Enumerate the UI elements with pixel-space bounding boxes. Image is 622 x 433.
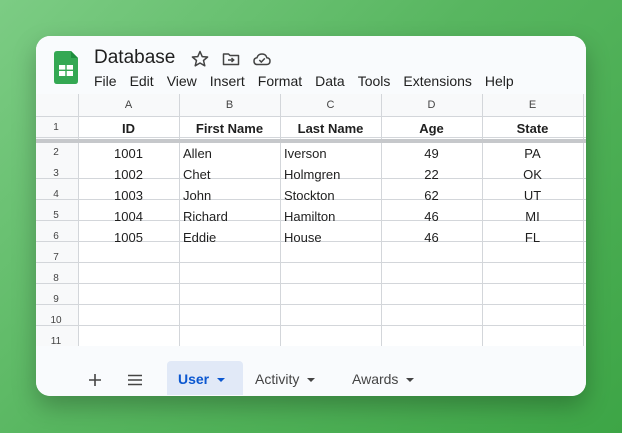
chevron-down-icon[interactable] bbox=[307, 378, 316, 383]
cell-header-id[interactable]: ID bbox=[78, 121, 179, 136]
row-number[interactable]: 5 bbox=[36, 210, 76, 221]
tab-label: Awards bbox=[352, 371, 399, 387]
cell-last-name[interactable]: Stockton bbox=[284, 188, 335, 203]
sheets-logo-icon[interactable] bbox=[54, 51, 78, 84]
sheet-grid[interactable]: A B C D E 1 2 3 4 5 6 7 8 9 10 11 ID Fir… bbox=[36, 94, 586, 347]
cell-age[interactable]: 46 bbox=[381, 230, 482, 245]
tab-activity[interactable]: Activity bbox=[255, 371, 316, 387]
column-header-b[interactable]: B bbox=[179, 99, 280, 111]
all-sheets-menu-icon[interactable] bbox=[127, 374, 143, 386]
row-number[interactable]: 4 bbox=[36, 189, 76, 200]
cell-state[interactable]: MI bbox=[482, 209, 583, 224]
cell-state[interactable]: FL bbox=[482, 230, 583, 245]
cell-id[interactable]: 1003 bbox=[78, 188, 179, 203]
column-header-a[interactable]: A bbox=[78, 99, 179, 111]
row-number[interactable]: 2 bbox=[36, 147, 76, 158]
menu-extensions[interactable]: Extensions bbox=[403, 73, 471, 89]
cell-age[interactable]: 62 bbox=[381, 188, 482, 203]
row-number[interactable]: 6 bbox=[36, 231, 76, 242]
cell-state[interactable]: OK bbox=[482, 167, 583, 182]
cell-last-name[interactable]: Iverson bbox=[284, 146, 327, 161]
row-number[interactable]: 1 bbox=[36, 122, 76, 133]
cell-age[interactable]: 49 bbox=[381, 146, 482, 161]
menu-data[interactable]: Data bbox=[315, 73, 345, 89]
cell-id[interactable]: 1004 bbox=[78, 209, 179, 224]
add-sheet-icon[interactable] bbox=[88, 373, 102, 387]
tab-awards[interactable]: Awards bbox=[352, 371, 415, 387]
cell-header-state[interactable]: State bbox=[482, 121, 583, 136]
cell-age[interactable]: 46 bbox=[381, 209, 482, 224]
cell-first-name[interactable]: John bbox=[183, 188, 211, 203]
menu-file[interactable]: File bbox=[94, 73, 117, 89]
sheet-tab-bar: User Activity Awards bbox=[36, 346, 586, 396]
menu-tools[interactable]: Tools bbox=[358, 73, 391, 89]
row-number[interactable]: 10 bbox=[36, 315, 76, 326]
cell-id[interactable]: 1002 bbox=[78, 167, 179, 182]
move-folder-icon[interactable] bbox=[221, 49, 241, 69]
column-header-c[interactable]: C bbox=[280, 99, 381, 111]
cell-id[interactable]: 1005 bbox=[78, 230, 179, 245]
cell-first-name[interactable]: Allen bbox=[183, 146, 212, 161]
column-header-d[interactable]: D bbox=[381, 99, 482, 111]
chevron-down-icon[interactable] bbox=[406, 378, 415, 383]
menu-edit[interactable]: Edit bbox=[130, 73, 154, 89]
cell-state[interactable]: PA bbox=[482, 146, 583, 161]
cell-first-name[interactable]: Richard bbox=[183, 209, 228, 224]
menu-help[interactable]: Help bbox=[485, 73, 514, 89]
row-number[interactable]: 8 bbox=[36, 273, 76, 284]
cell-id[interactable]: 1001 bbox=[78, 146, 179, 161]
cell-last-name[interactable]: Holmgren bbox=[284, 167, 340, 182]
menu-bar: File Edit View Insert Format Data Tools Extensi… bbox=[94, 73, 527, 89]
tab-label: User bbox=[178, 371, 210, 387]
tab-user[interactable]: User bbox=[178, 371, 226, 387]
cell-header-last-name[interactable]: Last Name bbox=[280, 121, 381, 136]
cell-age[interactable]: 22 bbox=[381, 167, 482, 182]
cloud-saved-icon[interactable] bbox=[252, 49, 272, 69]
menu-view[interactable]: View bbox=[167, 73, 197, 89]
row-number[interactable]: 3 bbox=[36, 168, 76, 179]
cell-last-name[interactable]: House bbox=[284, 230, 322, 245]
cell-first-name[interactable]: Eddie bbox=[183, 230, 216, 245]
chevron-down-icon[interactable] bbox=[217, 378, 226, 383]
menu-format[interactable]: Format bbox=[258, 73, 302, 89]
title-bar: Database File Edit View Insert Format Data Too… bbox=[36, 36, 586, 94]
menu-insert[interactable]: Insert bbox=[210, 73, 245, 89]
cell-first-name[interactable]: Chet bbox=[183, 167, 210, 182]
document-title[interactable]: Database bbox=[94, 47, 175, 69]
row-number[interactable]: 7 bbox=[36, 252, 76, 263]
star-icon[interactable] bbox=[190, 49, 210, 69]
cell-header-age[interactable]: Age bbox=[381, 121, 482, 136]
tab-label: Activity bbox=[255, 371, 300, 387]
cell-last-name[interactable]: Hamilton bbox=[284, 209, 335, 224]
spreadsheet-window: Database File Edit View Insert Format Data Too… bbox=[36, 36, 586, 396]
cell-header-first-name[interactable]: First Name bbox=[179, 121, 280, 136]
row-number[interactable]: 9 bbox=[36, 294, 76, 305]
cell-state[interactable]: UT bbox=[482, 188, 583, 203]
column-header-e[interactable]: E bbox=[482, 99, 583, 111]
